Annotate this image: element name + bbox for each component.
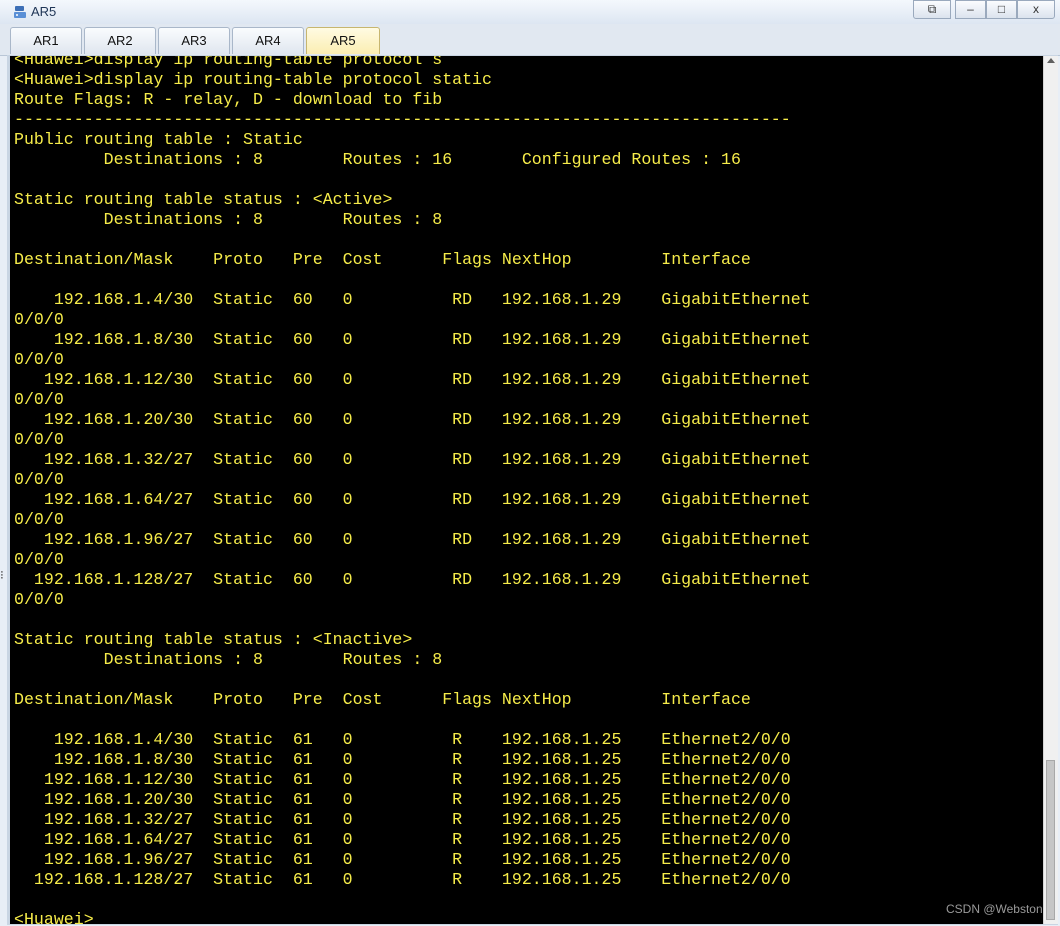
device-tab-bar: AR1 AR2 AR3 AR4 AR5 (0, 24, 1060, 56)
console-line: Destination/Mask Proto Pre Cost Flags Ne… (14, 250, 751, 269)
console-line: 192.168.1.128/27 Static 60 0 RD 192.168.… (14, 570, 811, 589)
console-line: 0/0/0 (14, 510, 64, 529)
console-line: ----------------------------------------… (14, 110, 791, 129)
console-line: 0/0/0 (14, 390, 64, 409)
console-line: <Huawei> (14, 910, 94, 924)
title-bar[interactable]: AR5 ⧉ – □ x (0, 0, 1060, 24)
console-line: 192.168.1.64/27 Static 61 0 R 192.168.1.… (14, 830, 791, 849)
console-line: 192.168.1.4/30 Static 61 0 R 192.168.1.2… (14, 730, 791, 749)
tab-ar5[interactable]: AR5 (306, 27, 380, 54)
console-scrollbar[interactable] (1043, 56, 1058, 924)
console-line: <Huawei>display ip routing-table protoco… (14, 56, 443, 69)
console-line: 192.168.1.32/27 Static 60 0 RD 192.168.1… (14, 450, 811, 469)
console-line: 192.168.1.32/27 Static 61 0 R 192.168.1.… (14, 810, 791, 829)
console-line: 192.168.1.4/30 Static 60 0 RD 192.168.1.… (14, 290, 811, 309)
console-line: Destination/Mask Proto Pre Cost Flags Ne… (14, 690, 751, 709)
console-line: 192.168.1.20/30 Static 61 0 R 192.168.1.… (14, 790, 791, 809)
console-line: 192.168.1.8/30 Static 61 0 R 192.168.1.2… (14, 750, 791, 769)
tab-ar3[interactable]: AR3 (158, 27, 230, 54)
window-title: AR5 (31, 4, 57, 19)
console-line: 192.168.1.64/27 Static 60 0 RD 192.168.1… (14, 490, 811, 509)
router-app-icon (14, 6, 26, 18)
console-terminal[interactable]: <Huawei>display ip routing-table protoco… (10, 56, 1043, 924)
console-line: <Huawei>display ip routing-table protoco… (14, 70, 492, 89)
console-line: 192.168.1.96/27 Static 60 0 RD 192.168.1… (14, 530, 811, 549)
resize-grip-icon: ⁝ (0, 568, 4, 582)
console-line: 0/0/0 (14, 470, 64, 489)
watermark: CSDN @Webston (946, 902, 1043, 916)
console-line: Static routing table status : <Inactive> (14, 630, 413, 649)
console-line: 0/0/0 (14, 350, 64, 369)
close-button[interactable]: x (1017, 0, 1055, 19)
console-line: Destinations : 8 Routes : 8 (14, 650, 443, 669)
console-line: 192.168.1.12/30 Static 61 0 R 192.168.1.… (14, 770, 791, 789)
console-line: 192.168.1.20/30 Static 60 0 RD 192.168.1… (14, 410, 811, 429)
tab-ar4[interactable]: AR4 (232, 27, 304, 54)
console-line: Destinations : 8 Routes : 16 Configured … (14, 150, 741, 169)
console-line: 192.168.1.96/27 Static 61 0 R 192.168.1.… (14, 850, 791, 869)
console-line: 0/0/0 (14, 310, 64, 329)
console-line: 192.168.1.128/27 Static 61 0 R 192.168.1… (14, 870, 791, 889)
tab-ar1[interactable]: AR1 (10, 27, 82, 54)
console-line: 0/0/0 (14, 430, 64, 449)
tab-ar2[interactable]: AR2 (84, 27, 156, 54)
console-line: 0/0/0 (14, 590, 64, 609)
scroll-up-arrow-icon[interactable] (1047, 58, 1055, 63)
console-line: 192.168.1.8/30 Static 60 0 RD 192.168.1.… (14, 330, 811, 349)
console-output: <Huawei>display ip routing-table protoco… (14, 56, 811, 924)
console-line: Route Flags: R - relay, D - download to … (14, 90, 443, 109)
maximize-button[interactable]: □ (986, 0, 1017, 19)
minimize-button[interactable]: – (955, 0, 986, 19)
console-line: 192.168.1.12/30 Static 60 0 RD 192.168.1… (14, 370, 811, 389)
console-line: Static routing table status : <Active> (14, 190, 393, 209)
console-line: Destinations : 8 Routes : 8 (14, 210, 443, 229)
restore-window-button[interactable]: ⧉ (913, 0, 951, 19)
console-line: 0/0/0 (14, 550, 64, 569)
console-line: Public routing table : Static (14, 130, 303, 149)
scroll-thumb[interactable] (1046, 760, 1055, 920)
